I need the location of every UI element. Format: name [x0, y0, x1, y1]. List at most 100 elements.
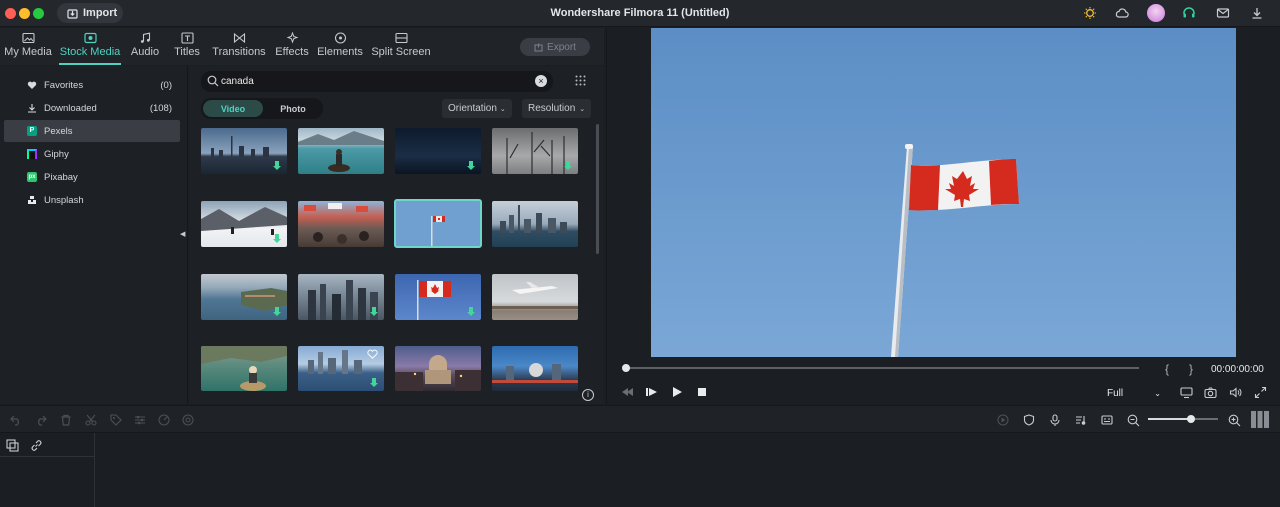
stock-thumbnail[interactable]	[201, 201, 287, 247]
render-icon[interactable]	[997, 414, 1009, 426]
stock-thumbnail-selected[interactable]	[394, 199, 482, 248]
media-tabs: My Media Stock Media Audio Titles Transi…	[0, 28, 604, 65]
stock-thumbnail[interactable]	[201, 274, 287, 320]
tab-elements[interactable]: Elements	[317, 28, 363, 65]
zoom-out-icon[interactable]	[1127, 414, 1140, 427]
color-match-icon[interactable]	[182, 414, 194, 426]
link-icon[interactable]	[30, 439, 43, 452]
grid-scrollbar[interactable]	[596, 124, 599, 254]
tab-effects[interactable]: Effects	[273, 28, 311, 65]
download-icon[interactable]	[370, 378, 378, 388]
sidebar-item-label: Unsplash	[44, 194, 84, 206]
lightbulb-icon[interactable]	[1083, 6, 1097, 20]
stock-thumbnail[interactable]	[298, 201, 384, 247]
marker-shield-icon[interactable]	[1023, 414, 1035, 426]
sidebar-item-favorites[interactable]: Favorites (0)	[4, 74, 180, 96]
info-icon[interactable]: i	[582, 389, 594, 401]
sidebar-item-pexels[interactable]: P Pexels	[4, 120, 180, 142]
download-icon[interactable]	[1250, 6, 1264, 20]
stock-thumbnail[interactable]	[492, 346, 578, 391]
stock-thumbnail[interactable]	[395, 274, 481, 320]
microphone-icon[interactable]	[1049, 414, 1061, 426]
volume-icon[interactable]	[1229, 386, 1242, 399]
export-button[interactable]: Export	[520, 38, 590, 56]
stock-thumbnail[interactable]	[298, 274, 384, 320]
previous-frame-icon[interactable]	[622, 386, 634, 398]
elements-icon	[334, 32, 346, 44]
stock-thumbnail[interactable]	[395, 346, 481, 391]
download-icon[interactable]	[273, 234, 281, 244]
stock-thumbnail[interactable]	[395, 128, 481, 174]
stock-thumbnail[interactable]	[492, 201, 578, 247]
tag-icon[interactable]	[110, 414, 122, 426]
play-icon[interactable]	[671, 386, 683, 398]
sidebar-item-pixabay[interactable]: px Pixabay	[4, 166, 180, 188]
mark-in-button[interactable]: {	[1165, 362, 1169, 376]
sidebar-item-downloaded[interactable]: Downloaded (108)	[4, 97, 180, 119]
delete-icon[interactable]	[60, 414, 72, 426]
preview-quality-dropdown[interactable]: Full ⌄	[1101, 385, 1167, 401]
collapse-sidebar-icon[interactable]: ◀	[180, 230, 185, 238]
thumbnail-image	[492, 363, 578, 383]
tab-split-screen[interactable]: Split Screen	[370, 28, 432, 65]
mark-out-button[interactable]: }	[1189, 362, 1193, 376]
tab-titles[interactable]: Titles	[171, 28, 203, 65]
audio-mixer-icon[interactable]	[1075, 414, 1087, 426]
redo-icon[interactable]	[35, 414, 47, 426]
sidebar-item-giphy[interactable]: Giphy	[4, 143, 180, 165]
download-icon[interactable]	[273, 307, 281, 317]
video-toggle[interactable]: Video	[203, 100, 263, 117]
grid-view-icon[interactable]	[575, 75, 586, 86]
timeline-area[interactable]	[0, 433, 1280, 507]
download-icon[interactable]	[370, 307, 378, 317]
stock-thumbnail[interactable]	[201, 346, 287, 391]
monitor-icon[interactable]	[1180, 386, 1193, 399]
download-icon[interactable]	[564, 161, 572, 171]
zoom-slider-knob[interactable]	[1187, 415, 1195, 423]
camera-icon[interactable]	[1204, 386, 1217, 399]
media-icon	[21, 32, 35, 44]
playback-progress-track[interactable]	[625, 367, 1139, 369]
tab-my-media[interactable]: My Media	[3, 28, 53, 65]
clear-search-icon[interactable]: ×	[535, 75, 547, 87]
tab-transitions[interactable]: Transitions	[211, 28, 267, 65]
cloud-icon[interactable]	[1115, 6, 1129, 20]
stock-thumbnail[interactable]	[298, 346, 384, 391]
search-input[interactable]: canada ×	[201, 71, 553, 92]
headset-icon[interactable]	[1182, 6, 1196, 20]
scissors-icon[interactable]	[85, 414, 97, 426]
stop-icon[interactable]	[696, 386, 708, 398]
adjust-icon[interactable]	[134, 414, 146, 426]
pixabay-logo-icon: px	[27, 172, 37, 182]
unsplash-logo-icon	[28, 196, 36, 204]
download-icon[interactable]	[467, 307, 475, 317]
resolution-dropdown[interactable]: Resolution ⌄	[522, 99, 592, 118]
subtitle-icon[interactable]	[1101, 414, 1113, 426]
stock-thumbnail[interactable]	[492, 274, 578, 320]
step-play-icon[interactable]	[646, 386, 658, 398]
tab-audio[interactable]: Audio	[128, 28, 162, 65]
favorite-heart-icon[interactable]	[367, 349, 378, 359]
playhead-knob[interactable]	[622, 364, 630, 372]
zoom-in-icon[interactable]	[1228, 414, 1241, 427]
tab-label: Stock Media	[59, 46, 121, 58]
stock-thumbnail[interactable]	[492, 128, 578, 174]
photo-toggle[interactable]: Photo	[265, 100, 321, 117]
tab-stock-media[interactable]: Stock Media	[59, 28, 121, 65]
tab-label: Effects	[275, 46, 309, 58]
search-value: canada	[221, 76, 254, 87]
add-track-icon[interactable]	[6, 439, 19, 452]
download-icon[interactable]	[273, 161, 281, 171]
orientation-dropdown[interactable]: Orientation ⌄	[442, 99, 512, 118]
track-layout-icon[interactable]	[1251, 411, 1269, 428]
sidebar-item-unsplash[interactable]: Unsplash	[4, 189, 180, 211]
speed-icon[interactable]	[158, 414, 170, 426]
thumbnail-image	[304, 203, 369, 244]
user-avatar[interactable]	[1147, 4, 1165, 22]
fullscreen-icon[interactable]	[1254, 386, 1267, 399]
mail-icon[interactable]	[1216, 6, 1230, 20]
stock-thumbnail[interactable]	[298, 128, 384, 174]
undo-icon[interactable]	[10, 414, 22, 426]
stock-thumbnail[interactable]	[201, 128, 287, 174]
download-icon[interactable]	[467, 161, 475, 171]
